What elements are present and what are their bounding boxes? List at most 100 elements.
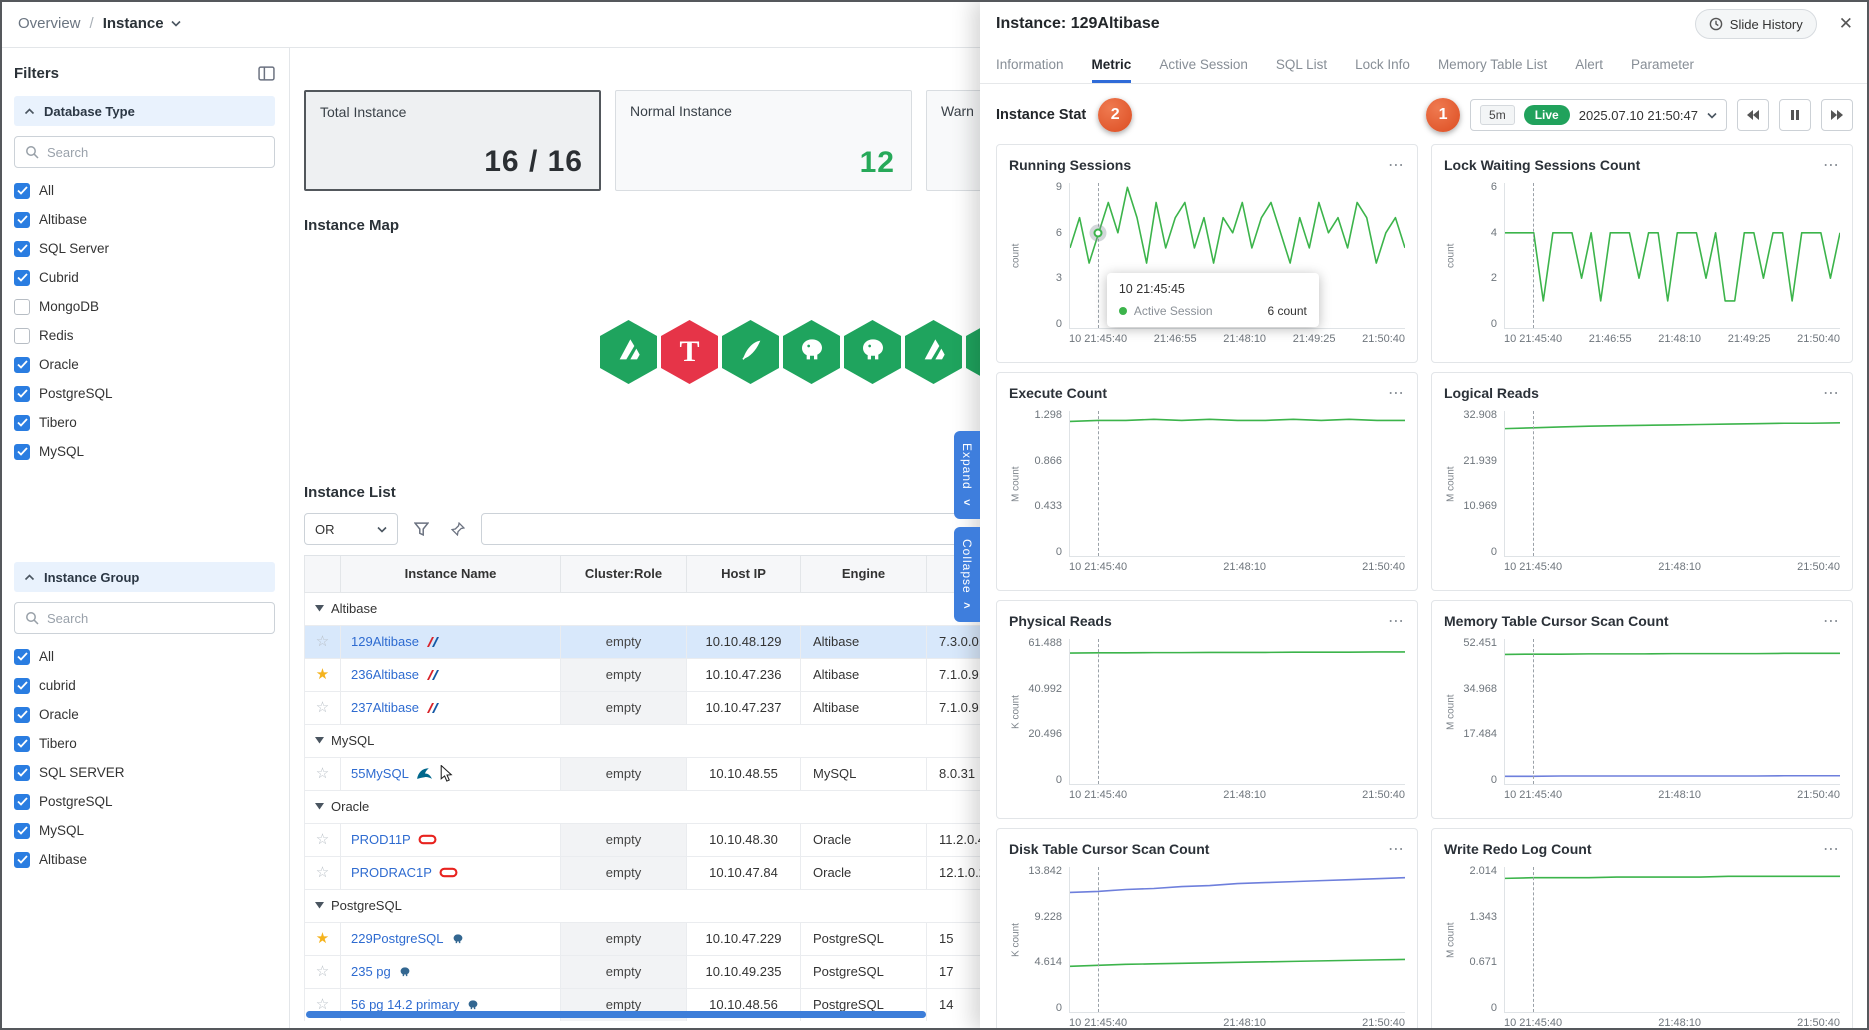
column-header-instance-name[interactable]: Instance Name (341, 556, 561, 592)
instance-link[interactable]: 237Altibase (351, 700, 419, 715)
filter-option-oracle[interactable]: Oracle (14, 700, 275, 729)
star-outline-icon[interactable]: ☆ (316, 963, 329, 980)
star-outline-icon[interactable]: ☆ (316, 765, 329, 782)
filter-option-oracle[interactable]: Oracle (14, 350, 275, 379)
collapse-panel-icon[interactable] (258, 66, 275, 81)
instance-link[interactable]: 229PostgreSQL (351, 931, 444, 946)
chart-menu-button[interactable]: ⋯ (1823, 611, 1840, 631)
chart-plot[interactable] (1504, 411, 1840, 557)
chart-menu-button[interactable]: ⋯ (1388, 611, 1405, 631)
filter-option-tibero[interactable]: Tibero (14, 408, 275, 437)
checkbox-checked[interactable] (14, 678, 30, 694)
checkbox-checked[interactable] (14, 794, 30, 810)
search-input[interactable] (47, 611, 264, 626)
checkbox-checked[interactable] (14, 736, 30, 752)
checkbox-checked[interactable] (14, 212, 30, 228)
filter-option-all[interactable]: All (14, 176, 275, 205)
checkbox-checked[interactable] (14, 823, 30, 839)
filter-option-mysql[interactable]: MySQL (14, 816, 275, 845)
chart-menu-button[interactable]: ⋯ (1823, 839, 1840, 859)
chart-plot[interactable]: 10 21:45:45Active Session6 count (1069, 183, 1405, 329)
filter-option-postgresql[interactable]: PostgreSQL (14, 379, 275, 408)
chart-plot[interactable] (1504, 639, 1840, 785)
breadcrumb-instance[interactable]: Instance (103, 15, 181, 32)
instance-link[interactable]: 55MySQL (351, 766, 409, 781)
filter-option-altibase[interactable]: Altibase (14, 205, 275, 234)
pause-button[interactable] (1779, 99, 1811, 131)
interval-chip[interactable]: 5m (1480, 105, 1515, 125)
filter-option-tibero[interactable]: Tibero (14, 729, 275, 758)
filter-option-sql-server[interactable]: SQL SERVER (14, 758, 275, 787)
hexagon-postgresql[interactable] (844, 320, 901, 384)
filter-funnel-icon[interactable] (407, 515, 435, 543)
filter-section-header-instance-group[interactable]: Instance Group (14, 562, 275, 592)
hexagon-altibase[interactable] (600, 320, 657, 384)
tab-sql-list[interactable]: SQL List (1276, 48, 1327, 83)
hexagon-altibase[interactable] (905, 320, 962, 384)
filter-section-header-database-type[interactable]: Database Type (14, 96, 275, 126)
chart-menu-button[interactable]: ⋯ (1388, 155, 1405, 175)
hexagon-postgresql[interactable] (783, 320, 840, 384)
search-input[interactable] (47, 145, 264, 160)
star-outline-icon[interactable]: ☆ (316, 633, 329, 650)
summary-card-total-instance[interactable]: Total Instance16 / 16 (304, 90, 601, 191)
tab-memory-table-list[interactable]: Memory Table List (1438, 48, 1547, 83)
filter-option-mysql[interactable]: MySQL (14, 437, 275, 466)
checkbox-checked[interactable] (14, 241, 30, 257)
filter-condition-input[interactable] (481, 513, 1004, 545)
instance-link[interactable]: 235 pg (351, 964, 391, 979)
instance-link[interactable]: PROD11P (351, 832, 411, 847)
rewind-button[interactable] (1737, 99, 1769, 131)
tab-lock-info[interactable]: Lock Info (1355, 48, 1410, 83)
filter-option-cubrid[interactable]: Cubrid (14, 263, 275, 292)
filter-option-redis[interactable]: Redis (14, 321, 275, 350)
instance-link[interactable]: 56 pg 14.2 primary (351, 997, 459, 1012)
filter-option-altibase[interactable]: Altibase (14, 845, 275, 874)
chart-menu-button[interactable]: ⋯ (1388, 839, 1405, 859)
checkbox-checked[interactable] (14, 183, 30, 199)
expand-button[interactable]: Expand < (954, 431, 980, 519)
filter-option-cubrid[interactable]: cubrid (14, 671, 275, 700)
star-filled-icon[interactable]: ★ (316, 930, 329, 947)
chart-plot[interactable] (1069, 639, 1405, 785)
slide-history-button[interactable]: Slide History (1695, 9, 1817, 39)
checkbox-checked[interactable] (14, 415, 30, 431)
checkbox-checked[interactable] (14, 270, 30, 286)
chart-plot[interactable] (1504, 867, 1840, 1013)
chart-plot[interactable] (1504, 183, 1840, 329)
checkbox-checked[interactable] (14, 765, 30, 781)
column-header-engine[interactable]: Engine (801, 556, 927, 592)
pin-icon[interactable] (444, 515, 472, 543)
star-outline-icon[interactable]: ☆ (316, 864, 329, 881)
time-range-picker[interactable]: 5m Live 2025.07.10 21:50:47 (1470, 99, 1727, 131)
chart-plot[interactable] (1069, 867, 1405, 1013)
tab-active-session[interactable]: Active Session (1159, 48, 1248, 83)
collapse-button[interactable]: Collapse > (954, 527, 980, 623)
chart-plot[interactable] (1069, 411, 1405, 557)
filter-option-sql-server[interactable]: SQL Server (14, 234, 275, 263)
column-header-cluster-role[interactable]: Cluster:Role (561, 556, 687, 592)
column-header-host-ip[interactable]: Host IP (687, 556, 801, 592)
hexagon-cubrid[interactable] (722, 320, 779, 384)
close-icon[interactable]: ✕ (1839, 14, 1853, 34)
operator-select[interactable]: OR (304, 513, 398, 545)
tab-metric[interactable]: Metric (1092, 48, 1132, 83)
chart-menu-button[interactable]: ⋯ (1823, 383, 1840, 403)
instance-link[interactable]: 129Altibase (351, 634, 419, 649)
checkbox-checked[interactable] (14, 357, 30, 373)
checkbox-checked[interactable] (14, 852, 30, 868)
star-filled-icon[interactable]: ★ (316, 666, 329, 683)
breadcrumb-overview[interactable]: Overview (18, 15, 81, 32)
checkbox-unchecked[interactable] (14, 328, 30, 344)
filter-option-mongodb[interactable]: MongoDB (14, 292, 275, 321)
column-header[interactable] (305, 556, 341, 592)
instance-link[interactable]: PRODRAC1P (351, 865, 432, 880)
checkbox-checked[interactable] (14, 649, 30, 665)
filter-option-all[interactable]: All (14, 642, 275, 671)
chart-menu-button[interactable]: ⋯ (1823, 155, 1840, 175)
tab-parameter[interactable]: Parameter (1631, 48, 1694, 83)
checkbox-checked[interactable] (14, 707, 30, 723)
filter-option-postgresql[interactable]: PostgreSQL (14, 787, 275, 816)
checkbox-unchecked[interactable] (14, 299, 30, 315)
star-outline-icon[interactable]: ☆ (316, 831, 329, 848)
